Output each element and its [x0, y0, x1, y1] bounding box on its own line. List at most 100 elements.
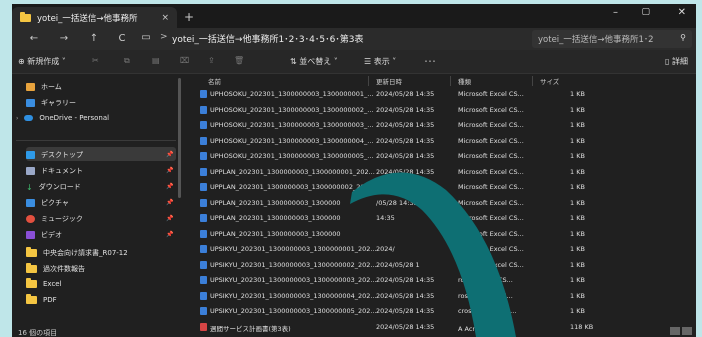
- delete-icon[interactable]: 🗑: [234, 56, 244, 65]
- file-name: UPHOSOKU_202301_1300000003_1300000005_..…: [210, 152, 374, 160]
- column-header-type[interactable]: 種類: [458, 76, 471, 86]
- column-header-date[interactable]: 更新日時: [376, 76, 402, 86]
- sort-button[interactable]: ⇅ 並べ替え ˅: [290, 56, 338, 67]
- details-view-icon[interactable]: [670, 327, 680, 335]
- tab-current-folder[interactable]: yotei_一括送信→他事務所 ×: [12, 7, 177, 28]
- table-row[interactable]: UPSIKYU_202301_1300000003_1300000004_202…: [196, 290, 592, 302]
- file-size: 1 KB: [570, 245, 585, 253]
- column-divider[interactable]: [450, 76, 451, 86]
- table-row[interactable]: UPHOSOKU_202301_1300000003_1300000004_..…: [196, 135, 592, 147]
- cut-icon[interactable]: ✂: [92, 56, 99, 65]
- excel-file-icon: [200, 183, 207, 191]
- file-type: Microsoft Excel CS...: [458, 90, 524, 98]
- up-button[interactable]: ↑: [82, 33, 106, 44]
- view-toggle: [670, 327, 692, 337]
- sidebar-item-label: ビデオ: [41, 231, 62, 239]
- sidebar-item-label: ギャラリー: [41, 99, 76, 107]
- file-date: 2024/05/28 14:35: [376, 105, 435, 114]
- file-name: UPSIKYU_202301_1300000003_1300000002_202…: [210, 260, 377, 269]
- tiles-view-icon[interactable]: [682, 327, 692, 335]
- file-date: 2024/05/28 14:35: [376, 276, 435, 284]
- table-row[interactable]: UPPLAN_202301_1300000003_1300000 Microsof…: [196, 228, 592, 240]
- forward-button[interactable]: →: [52, 33, 76, 44]
- excel-file-icon: [200, 291, 207, 300]
- pin-icon: 📌: [166, 231, 174, 238]
- table-row[interactable]: UPPLAN_202301_1300000003_1300000001_202.…: [196, 166, 592, 178]
- background-margin: [0, 0, 12, 337]
- sidebar-scrollbar[interactable]: [178, 78, 181, 198]
- maximize-button[interactable]: ▢: [641, 7, 650, 17]
- file-date: 2024/: [376, 245, 395, 253]
- view-button[interactable]: ☰ 表示 ˅: [364, 56, 396, 67]
- sidebar-item-gallery[interactable]: ギャラリー: [26, 98, 76, 108]
- sidebar-item-folder[interactable]: PDF: [26, 294, 57, 304]
- sidebar-item-home[interactable]: ホーム: [26, 82, 62, 92]
- table-row[interactable]: UPHOSOKU_202301_1300000003_1300000001_..…: [196, 88, 592, 100]
- sidebar-item-pictures[interactable]: ピクチャ: [26, 198, 69, 208]
- table-row[interactable]: UPHOSOKU_202301_1300000003_1300000002_..…: [196, 104, 592, 116]
- sidebar-item-music[interactable]: ミュージック: [26, 214, 83, 224]
- excel-file-icon: [200, 229, 207, 238]
- sidebar-item-folder[interactable]: 過次件数報告: [26, 263, 85, 274]
- column-header-name[interactable]: 名前: [208, 76, 221, 86]
- share-icon[interactable]: ⇪: [208, 56, 215, 65]
- file-date: 2024/05/28 14:35: [376, 291, 435, 300]
- excel-file-icon: [200, 121, 207, 129]
- tab-close-button[interactable]: ×: [161, 13, 169, 23]
- excel-file-icon: [200, 167, 207, 176]
- back-button[interactable]: ←: [22, 33, 46, 44]
- minimize-button[interactable]: –: [613, 7, 618, 18]
- file-date: 2024/05/28 14:35: [376, 322, 435, 331]
- rename-icon[interactable]: ⌧: [180, 56, 189, 65]
- table-row[interactable]: UPSIKYU_202301_1300000003_1300000003_202…: [196, 274, 592, 286]
- sidebar-item-desktop[interactable]: デスクトップ: [26, 150, 83, 160]
- document-icon: [26, 167, 35, 175]
- table-row[interactable]: 週間サービス計画書(第3表) 2024/05/28 14:35 A Acroba 文…: [196, 321, 593, 333]
- excel-file-icon: [200, 136, 207, 145]
- folder-icon: [26, 294, 37, 304]
- file-type: crosoft Excel CS...: [458, 307, 517, 315]
- excel-file-icon: [200, 276, 207, 284]
- refresh-button[interactable]: C: [110, 33, 134, 44]
- table-row[interactable]: UPSIKYU_202301_1300000003_1300000005_202…: [196, 305, 592, 317]
- more-button[interactable]: ･･･: [424, 56, 436, 67]
- column-header-size[interactable]: サイズ: [540, 76, 559, 86]
- chevron-right-icon: ›: [16, 114, 19, 122]
- excel-file-icon: [200, 260, 207, 269]
- sidebar-item-downloads[interactable]: ↓ ダウンロード: [26, 182, 81, 192]
- close-window-button[interactable]: ✕: [678, 7, 686, 18]
- monitor-icon[interactable]: ▭: [134, 32, 158, 43]
- sidebar-item-folder[interactable]: Excel: [26, 278, 62, 288]
- table-row[interactable]: UPHOSOKU_202301_1300000003_1300000005_..…: [196, 150, 592, 162]
- file-size: 1 KB: [570, 214, 585, 222]
- search-input[interactable]: yotei_一括送信→他事務所1･2 ⚲: [532, 30, 692, 48]
- sidebar-item-documents[interactable]: ドキュメント: [26, 166, 83, 176]
- new-button[interactable]: ⊕ 新規作成 ˅: [18, 56, 66, 67]
- details-button[interactable]: ▯ 詳細: [665, 56, 688, 67]
- download-icon: ↓: [26, 182, 33, 192]
- file-name: UPHOSOKU_202301_1300000003_1300000002_..…: [210, 105, 374, 114]
- folder-icon: [26, 278, 37, 288]
- table-row[interactable]: UPHOSOKU_202301_1300000003_1300000003_..…: [196, 119, 592, 131]
- sidebar-item-onedrive[interactable]: › OneDrive - Personal: [16, 114, 109, 122]
- table-row[interactable]: UPPLAN_202301_1300000003_1300000/05/28 1…: [196, 197, 592, 209]
- table-row[interactable]: UPSIKYU_202301_1300000003_1300000002_202…: [196, 259, 592, 271]
- video-icon: [26, 231, 35, 239]
- new-tab-button[interactable]: +: [184, 10, 194, 24]
- search-placeholder: yotei_一括送信→他事務所1･2: [538, 35, 654, 45]
- sidebar-item-folder[interactable]: 中央会向け請求書_R07-12: [26, 247, 128, 258]
- paste-icon[interactable]: ▤: [152, 56, 160, 65]
- file-type: A Acroba 文書: [458, 324, 503, 333]
- column-divider[interactable]: [532, 76, 533, 86]
- excel-file-icon: [200, 307, 207, 315]
- column-divider[interactable]: [368, 76, 369, 86]
- sidebar-item-label: 中央会向け請求書_R07-12: [43, 249, 128, 257]
- address-path[interactable]: yotei_一括送信→他事務所1･2･3･4･5･6･第3表: [172, 32, 364, 45]
- sidebar-item-videos[interactable]: ビデオ: [26, 230, 62, 240]
- copy-icon[interactable]: ⧉: [124, 56, 130, 66]
- file-name: UPSIKYU_202301_1300000003_1300000001_202…: [210, 245, 377, 253]
- pin-icon: 📌: [166, 167, 174, 174]
- table-row[interactable]: UPSIKYU_202301_1300000003_1300000001_202…: [196, 243, 592, 255]
- table-row[interactable]: UPPLAN_202301_1300000003_1300000002_202.…: [196, 181, 592, 193]
- table-row[interactable]: UPPLAN_202301_1300000003_1300000 14:35 Mic…: [196, 212, 592, 224]
